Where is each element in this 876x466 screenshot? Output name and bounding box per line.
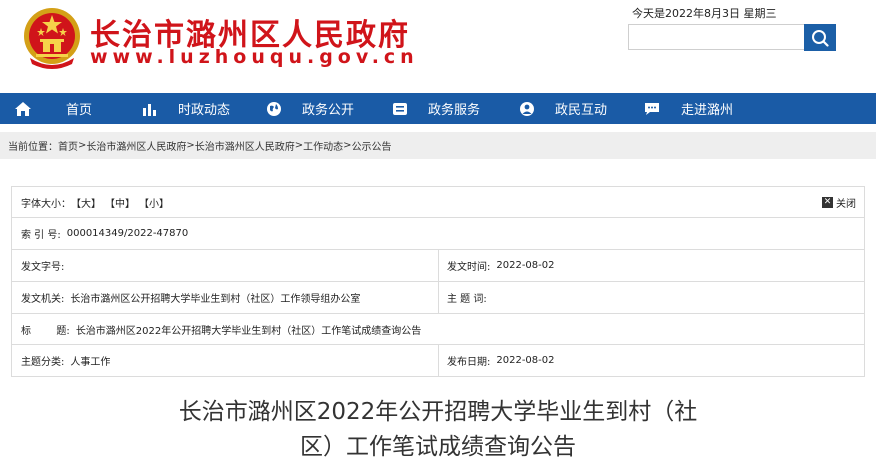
nav-item-interaction[interactable]: 政民互动 — [519, 93, 607, 124]
current-date: 今天是2022年8月3日 星期三 — [632, 7, 777, 20]
title-value: 长治市潞州区2022年公开招聘大学毕业生到村（社区）工作笔试成绩查询公告 — [75, 325, 422, 337]
breadcrumb-separator: > — [186, 140, 195, 151]
bar-chart-icon — [143, 103, 156, 116]
breadcrumb-separator: > — [343, 140, 352, 151]
issuer-row: 发文机关: 长治市潞州区公开招聘大学毕业生到村（社区）工作领导组办公室 主 题 … — [12, 282, 864, 314]
article-title-line-2: 区）工作笔试成绩查询公告 — [300, 434, 576, 460]
close-icon: ✕ — [822, 196, 833, 208]
breadcrumb-gov[interactable]: 长治市潞州区人民政府 — [86, 138, 186, 153]
article-title: 长治市潞州区2022年公开招聘大学毕业生到村（社 区）工作笔试成绩查询公告 — [0, 395, 876, 465]
nav-item-about[interactable]: 走进潞州 — [643, 93, 733, 124]
breadcrumb-notice[interactable]: 公示公告 — [352, 138, 392, 153]
font-size-large[interactable]: 【大】 — [71, 195, 101, 210]
search-icon — [812, 29, 829, 47]
breadcrumb-gov-2[interactable]: 长治市潞州区人民政府 — [195, 138, 295, 153]
issue-time-value: 2022-08-02 — [496, 260, 555, 271]
breadcrumb-separator: > — [78, 140, 87, 151]
issue-time-label: 发文时间: — [447, 262, 491, 273]
font-size-medium[interactable]: 【中】 — [105, 195, 135, 210]
article-title-line-1: 长治市潞州区2022年公开招聘大学毕业生到村（社 — [178, 399, 698, 425]
national-emblem-icon — [24, 8, 80, 69]
breadcrumb-home[interactable]: 首页 — [58, 138, 78, 153]
index-label: 索 引 号: — [21, 230, 61, 241]
nav-label: 政民互动 — [555, 103, 608, 118]
globe-icon — [267, 101, 281, 116]
index-value: 000014349/2022-47870 — [66, 228, 189, 239]
search-button[interactable] — [804, 24, 836, 51]
category-value: 人事工作 — [70, 357, 111, 368]
chat-icon — [645, 102, 659, 115]
close-button[interactable]: ✕ 关闭 — [822, 187, 856, 217]
interaction-icon — [520, 101, 534, 116]
publish-date-label: 发布日期: — [447, 357, 491, 368]
nav-label: 首页 — [66, 103, 93, 118]
site-header: 长治市潞州区人民政府 www.luzhouqu.gov.cn 今天是2022年8… — [0, 0, 876, 93]
close-label: 关闭 — [836, 198, 856, 210]
nav-item-gov-affairs[interactable]: 政务公开 — [266, 93, 354, 124]
breadcrumb-work-news[interactable]: 工作动态 — [303, 138, 343, 153]
document-info-panel: 字体大小： 【大】 【中】 【小】 ✕ 关闭 索 引 号: 000014349/… — [11, 186, 865, 377]
breadcrumb-label: 当前位置： — [8, 142, 58, 153]
nav-label: 政务公开 — [302, 103, 355, 118]
home-icon — [15, 101, 31, 116]
font-size-label: 字体大小： — [21, 198, 71, 210]
issuer-value: 长治市潞州区公开招聘大学毕业生到村（社区）工作领导组办公室 — [70, 294, 361, 305]
font-size-row: 字体大小： 【大】 【中】 【小】 ✕ 关闭 — [12, 187, 864, 218]
nav-label: 走进潞州 — [681, 103, 734, 118]
breadcrumb: 当前位置： 首页 > 长治市潞州区人民政府 > 长治市潞州区人民政府 > 工作动态 > … — [0, 132, 876, 159]
doc-no-label: 发文字号: — [21, 262, 65, 273]
site-url: www.luzhouqu.gov.cn — [90, 46, 419, 68]
main-nav: 首页 时政动态 政务公开 政务服务 政民互动 走进潞州 — [0, 93, 876, 124]
service-icon — [393, 102, 407, 115]
title-row: 标 题: 长治市潞州区2022年公开招聘大学毕业生到村（社区）工作笔试成绩查询公… — [12, 314, 864, 345]
publish-date-value: 2022-08-02 — [496, 355, 555, 366]
issuer-label: 发文机关: — [21, 294, 65, 305]
doc-no-row: 发文字号: 发文时间: 2022-08-02 — [12, 250, 864, 282]
keyword-label: 主 题 词: — [447, 294, 487, 305]
nav-label: 时政动态 — [178, 103, 231, 118]
index-row: 索 引 号: 000014349/2022-47870 — [12, 218, 864, 250]
nav-item-news[interactable]: 时政动态 — [142, 93, 230, 124]
nav-item-home[interactable]: 首页 — [14, 93, 92, 124]
nav-item-services[interactable]: 政务服务 — [392, 93, 480, 124]
category-label: 主题分类: — [21, 357, 65, 368]
nav-label: 政务服务 — [428, 103, 481, 118]
search-input[interactable] — [628, 24, 805, 50]
category-row: 主题分类: 人事工作 发布日期: 2022-08-02 — [12, 345, 864, 376]
title-label: 标 题: — [21, 325, 70, 337]
breadcrumb-separator: > — [294, 140, 304, 151]
font-size-small[interactable]: 【小】 — [139, 195, 169, 210]
